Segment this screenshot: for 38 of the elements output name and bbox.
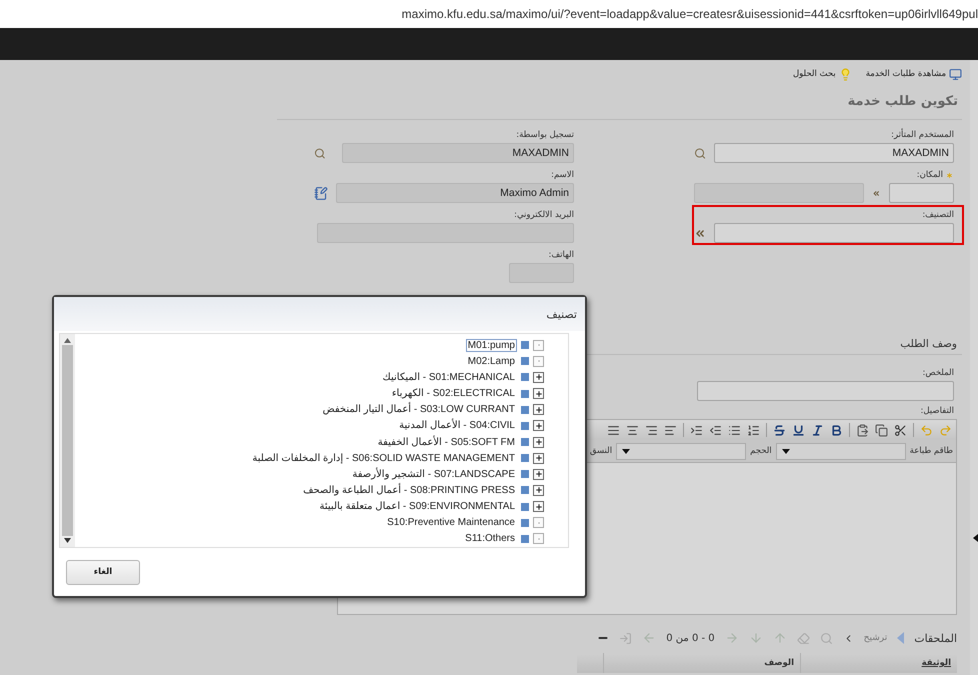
field-label: المكان: [916,170,943,180]
toolbar-link[interactable]: بحث الحلول [792,68,852,80]
tree-item[interactable]: S09:ENVIRONMENTAL - اعمال متعلقة بالبيئة [318,500,517,514]
section-title: الملحقات [914,632,957,644]
tree-item[interactable]: M01:pump [466,338,517,352]
field-label: الحجم [750,446,772,456]
field-label: التفاصيل: [920,406,954,416]
field-label: المستخدم المتأثر: [891,130,954,140]
tree-item[interactable]: S10:Preventive Maintenance [385,516,517,530]
dialog-title: تصنيف [546,308,577,320]
tree-item[interactable]: S01:MECHANICAL - الميكانيك [380,370,517,384]
field-label: الهاتف: [548,250,574,260]
field-label: الملخص: [922,368,954,378]
tree-item[interactable]: M02:Lamp [466,354,517,368]
field-label: تسجيل بواسطة: [516,130,574,140]
text-field[interactable]: MAXADMIN [342,143,574,163]
tree-item[interactable]: S07:LANDSCAPE - التشجير والأرصفة [350,468,517,481]
column-header[interactable]: الوصف [603,653,800,673]
column-link[interactable]: الوثيقة [922,658,951,668]
field-label: التصنيف: [922,210,954,220]
field-label: طاقم طباعة [910,446,953,456]
tree-item[interactable]: S08:PRINTING PRESS - أعمال الطباعة والصحف [301,484,517,497]
tree-item[interactable]: S02:ELECTRICAL - الكهرباء [390,387,517,400]
toolbar-link[interactable]: مشاهدة طلبات الخدمة [866,68,962,80]
text-field[interactable]: Maximo Admin [336,183,574,203]
tree-item[interactable]: S04:CIVIL - الأعمال المدنية [397,419,517,432]
page-count: 0 - 0 من 0 [666,632,715,644]
field-label: البريد الالكتروني: [514,210,574,220]
cancel-button[interactable]: الغاء [66,560,140,584]
section-title: وصف الطلب [900,338,958,352]
page-title: تكوين طلب خدمة [846,93,959,111]
tree-item[interactable]: S05:SOFT FM - الأعمال الخفيفة [376,436,517,449]
tree-item[interactable]: S03:LOW CURRANT - أعمال التيار المنخفض [320,403,517,416]
field-label: الاسم: [551,170,574,180]
text-field[interactable]: MAXADMIN [714,143,954,163]
tree-item[interactable]: S11:Others [463,532,517,546]
field-label: النسق [590,446,612,456]
tree-item[interactable]: S06:SOLID WASTE MANAGEMENT - إدارة المخلفات الصلبة [250,452,517,465]
